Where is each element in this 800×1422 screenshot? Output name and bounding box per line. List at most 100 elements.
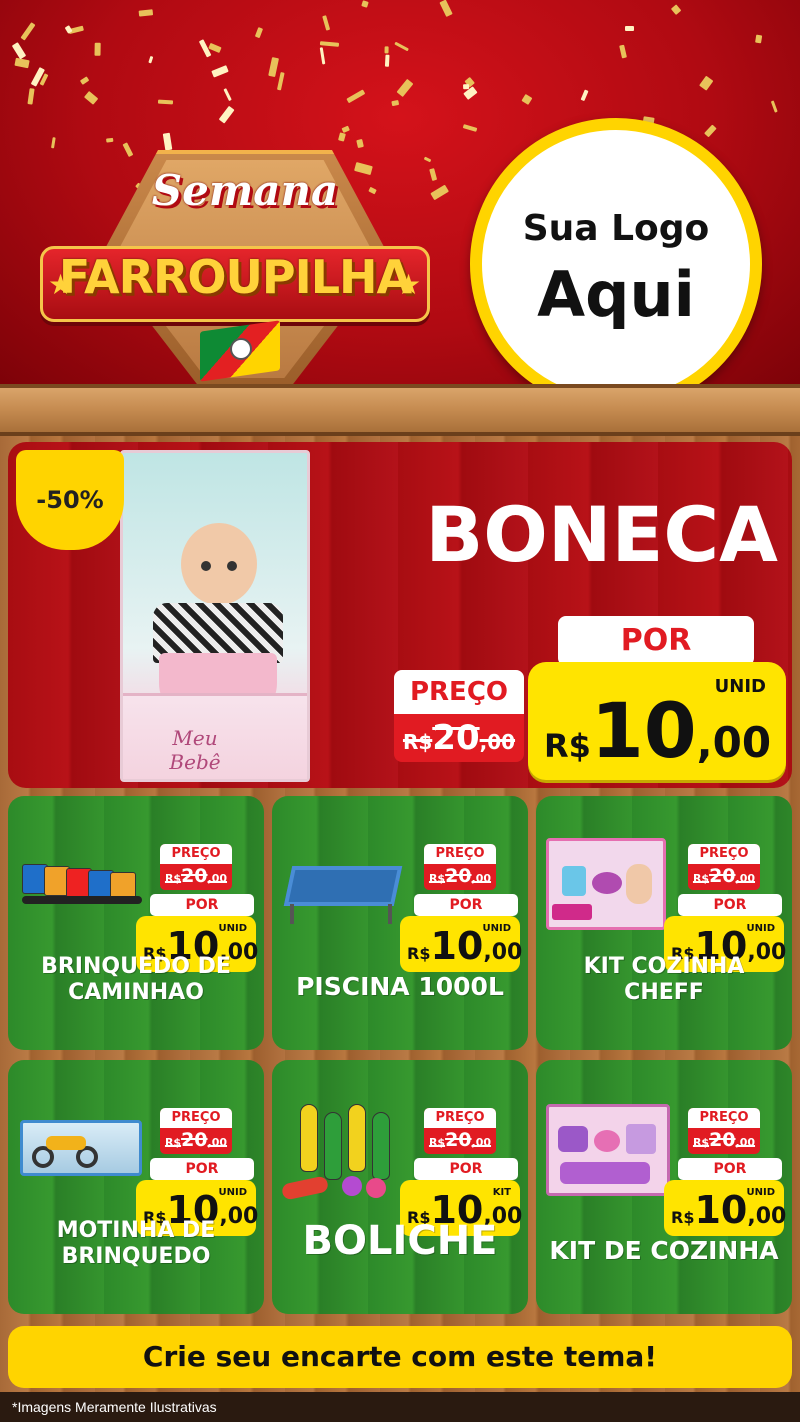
price-integer: 10 xyxy=(430,924,484,968)
old-price-decimal: ,00 xyxy=(735,872,756,885)
confetti-piece xyxy=(619,44,628,58)
doll-box-base: Meu Bebê xyxy=(123,693,307,779)
star-icon: ★ xyxy=(48,269,74,300)
old-price-currency: R$ xyxy=(402,730,433,754)
confetti-piece xyxy=(79,76,89,86)
bowling-pins-icon xyxy=(278,1104,404,1201)
price-tag: UNID R$10,00 xyxy=(528,662,786,780)
old-price-integer: 20 xyxy=(445,865,472,887)
confetti-piece xyxy=(138,8,154,17)
old-price-tag: PREÇO R$20,00 xyxy=(424,1108,496,1154)
price: R$10,00 xyxy=(407,924,522,968)
price: R$10,00 xyxy=(544,686,771,775)
confetti-piece xyxy=(770,100,779,114)
product-name-line: CHEFF xyxy=(624,979,704,1005)
old-price-tag: PREÇO R$20,00 xyxy=(688,1108,760,1154)
doll-brand: Meu Bebê xyxy=(169,726,221,774)
old-price: R$20,00 xyxy=(424,1129,496,1151)
event-title-badge: Semana FARROUPILHA ★ ★ xyxy=(40,150,440,390)
confetti-piece xyxy=(755,34,763,43)
confetti-piece xyxy=(393,41,409,52)
star-icon: ★ xyxy=(396,269,422,300)
old-price: R$20,00 xyxy=(688,865,760,887)
price-currency: R$ xyxy=(671,1208,695,1227)
price-decimal: ,00 xyxy=(747,1204,787,1229)
confetti-piece xyxy=(361,0,369,8)
product-name-line: CAMINHAO xyxy=(68,979,204,1005)
confetti-piece xyxy=(210,65,229,78)
confetti-piece xyxy=(254,27,263,39)
logo-text-line1: Sua Logo xyxy=(522,208,710,249)
old-price-currency: R$ xyxy=(692,872,710,885)
logo-placeholder[interactable]: Sua Logo Aqui xyxy=(470,118,762,390)
product-card[interactable]: PREÇO R$20,00 POR UNID R$10,00 MOTINHA DE BRIN… xyxy=(8,1060,264,1314)
por-label: POR xyxy=(678,894,782,916)
price-integer: 10 xyxy=(694,1188,748,1232)
product-name-line: PISCINA 1000L xyxy=(296,972,504,1001)
product-name-line: BRINQUEDO DE xyxy=(41,954,231,979)
confetti-piece xyxy=(207,42,222,53)
confetti-piece xyxy=(50,136,56,148)
confetti-piece xyxy=(319,41,339,47)
preco-label: PREÇO xyxy=(394,670,524,714)
old-price-tag: PREÇO R$20,00 xyxy=(160,1108,232,1154)
confetti-piece xyxy=(439,0,453,17)
confetti-piece xyxy=(396,79,414,98)
product-card[interactable]: PREÇO R$20,00 POR UNID R$10,00 KIT COZINHA CHE… xyxy=(536,796,792,1050)
confetti-piece xyxy=(162,132,173,151)
confetti-piece xyxy=(157,99,174,105)
price-currency: R$ xyxy=(407,944,431,963)
product-name-line: KIT COZINHA xyxy=(583,954,745,979)
old-price-currency: R$ xyxy=(428,872,446,885)
price-integer: 10 xyxy=(590,686,697,775)
preco-label: PREÇO xyxy=(160,1108,232,1128)
product-name-line: BRINQUEDO xyxy=(61,1243,211,1269)
preco-label: PREÇO xyxy=(160,844,232,864)
flag-seal-icon xyxy=(230,338,252,360)
product-card[interactable]: PREÇO R$20,00 POR UNID R$10,00 PISCINA 1000L xyxy=(272,796,528,1050)
cta-banner[interactable]: Crie seu encarte com este tema! xyxy=(8,1326,792,1388)
doll-head xyxy=(181,523,257,605)
confetti-piece xyxy=(384,45,389,54)
product-name: MOTINHA DE BRINQUEDO xyxy=(14,1218,258,1270)
old-price-integer: 20 xyxy=(181,865,208,887)
price-currency: R$ xyxy=(544,727,591,765)
product-card[interactable]: PREÇO R$20,00 POR KIT R$10,00 BOLICHE xyxy=(272,1060,528,1314)
old-price-integer: 20 xyxy=(432,718,480,758)
featured-product[interactable]: Meu Bebê -50% BONECA PREÇO R$20,00 POR U… xyxy=(8,442,792,788)
old-price-integer: 20 xyxy=(445,1129,472,1151)
old-price-tag: PREÇO R$20,00 xyxy=(160,844,232,890)
old-price: R$20,00 xyxy=(394,718,524,758)
price-tag: UNID R$10,00 xyxy=(400,916,522,972)
doll-image: Meu Bebê xyxy=(120,450,310,782)
kitchen-set-icon xyxy=(542,1104,670,1200)
product-name-line: BOLICHE xyxy=(302,1218,498,1264)
por-label: POR xyxy=(414,894,518,916)
confetti-piece xyxy=(703,124,717,138)
old-price-integer: 20 xyxy=(709,865,736,887)
event-title-small: Semana xyxy=(151,166,339,215)
product-name: KIT DE COZINHA xyxy=(542,1236,786,1266)
header-banner: Semana FARROUPILHA ★ ★ Sua Logo Aqui xyxy=(0,0,800,390)
price-decimal: ,00 xyxy=(696,718,772,767)
confetti-piece xyxy=(337,132,346,142)
doll-eye xyxy=(227,561,237,571)
old-price-integer: 20 xyxy=(709,1129,736,1151)
confetti-piece xyxy=(319,47,326,65)
confetti-piece xyxy=(670,3,682,15)
preco-label: PREÇO xyxy=(424,1108,496,1128)
event-title-big: FARROUPILHA xyxy=(58,250,412,304)
old-price-decimal: ,00 xyxy=(207,872,228,885)
confetti-piece xyxy=(27,88,35,106)
old-price: R$20,00 xyxy=(688,1129,760,1151)
old-price-currency: R$ xyxy=(428,1136,446,1149)
confetti-piece xyxy=(14,57,30,69)
confetti-piece xyxy=(462,123,478,132)
product-card[interactable]: PREÇO R$20,00 POR UNID R$10,00 BRINQUEDO DE CA… xyxy=(8,796,264,1050)
preco-label: PREÇO xyxy=(688,1108,760,1128)
old-price-currency: R$ xyxy=(164,1136,182,1149)
disclaimer-text: *Imagens Meramente Ilustrativas xyxy=(12,1399,217,1415)
confetti-piece xyxy=(223,87,232,101)
product-card[interactable]: PREÇO R$20,00 POR UNID R$10,00 KIT DE COZINHA xyxy=(536,1060,792,1314)
confetti-piece xyxy=(218,105,235,124)
